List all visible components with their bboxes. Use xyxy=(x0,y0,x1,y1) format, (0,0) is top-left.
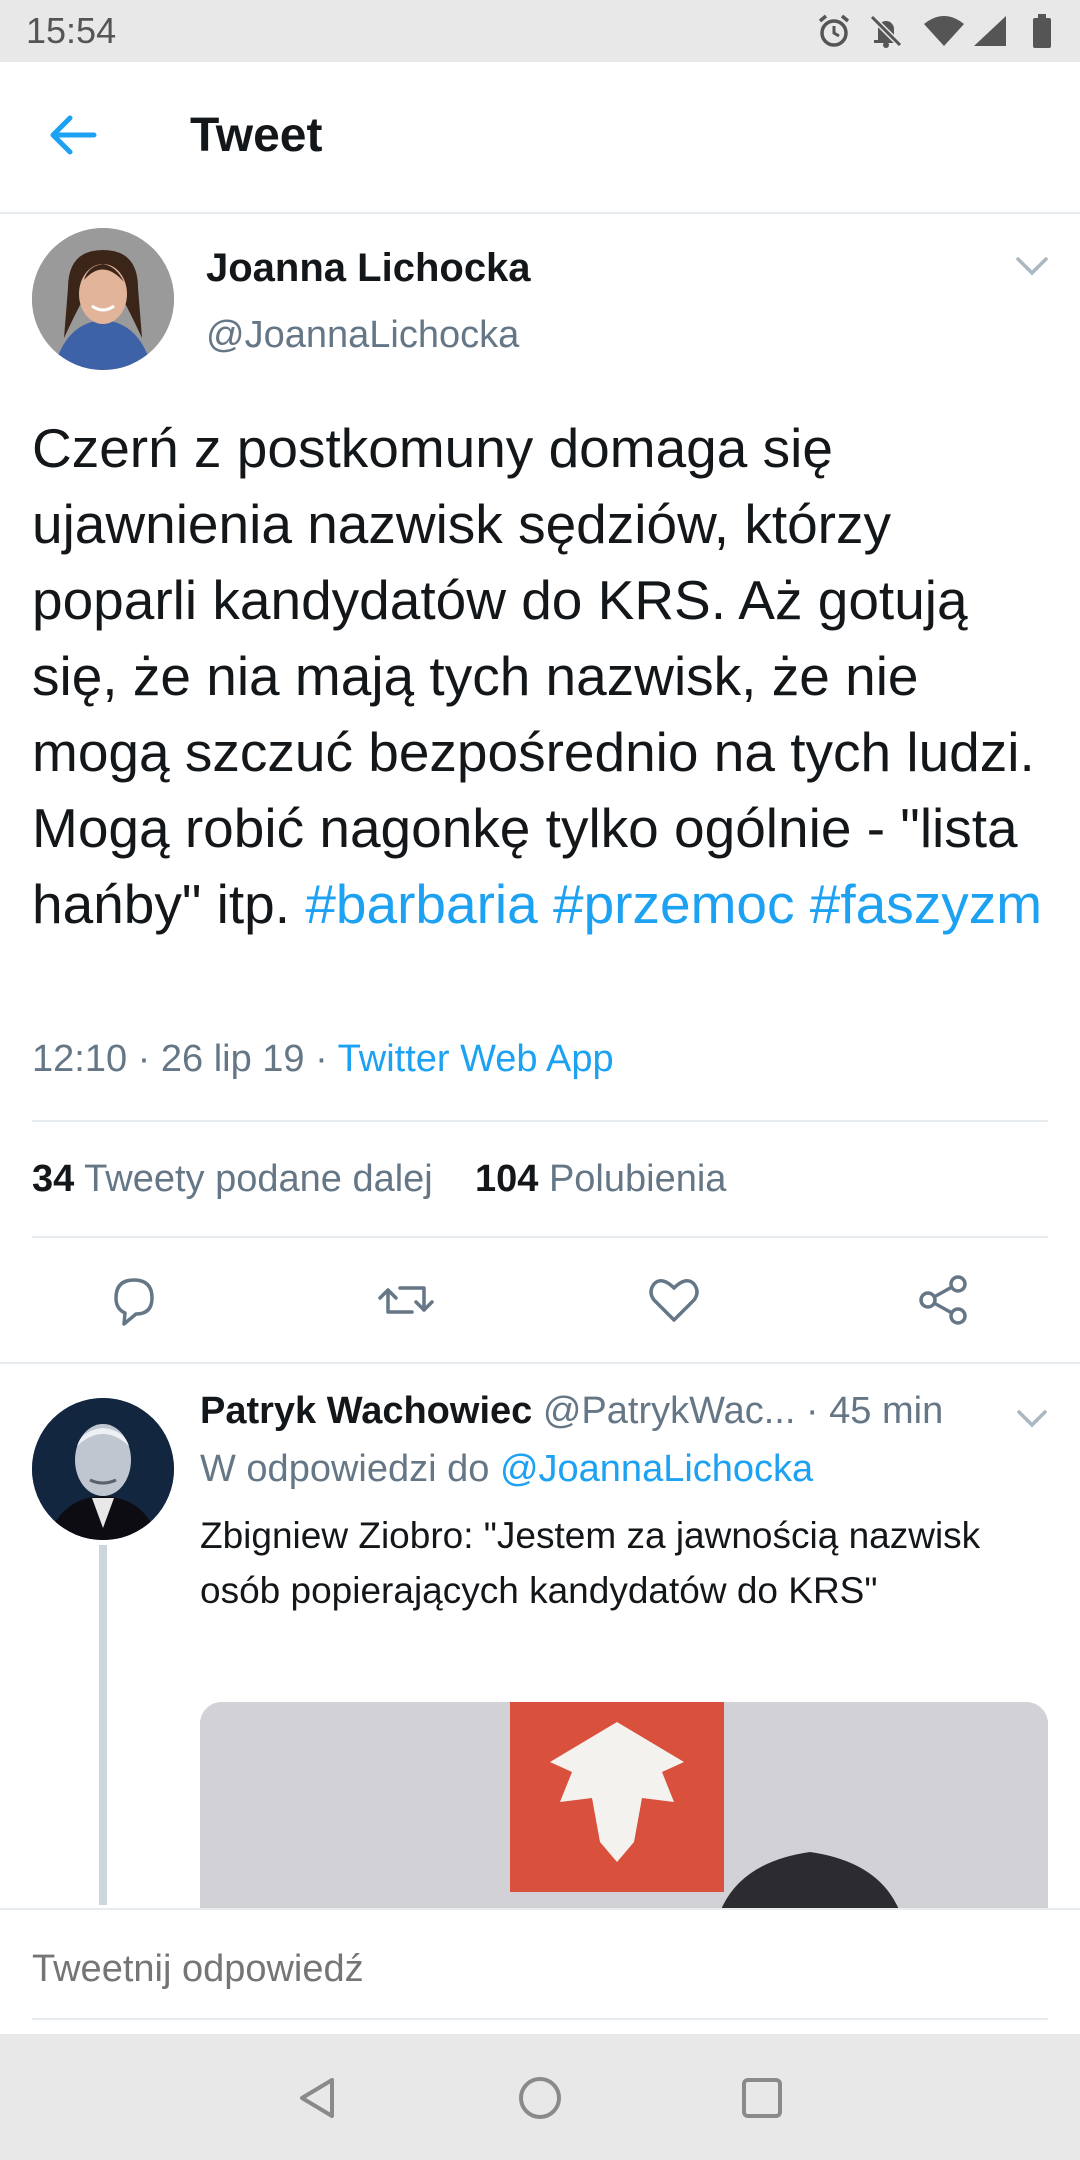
alarm-icon xyxy=(818,14,850,47)
like-icon[interactable] xyxy=(646,1272,702,1328)
battery-icon xyxy=(1033,14,1051,48)
back-arrow-icon[interactable] xyxy=(48,110,98,160)
reply-author-handle[interactable]: @PatrykWac... xyxy=(543,1390,796,1432)
retweets-count: 34 xyxy=(32,1158,75,1200)
retweets-label: Tweety podane dalej xyxy=(84,1158,433,1200)
app-header xyxy=(0,62,1080,214)
author-name[interactable]: Joanna Lichocka xyxy=(206,246,531,291)
chevron-down-icon[interactable] xyxy=(1014,254,1050,278)
likes-count: 104 xyxy=(474,1158,539,1200)
hashtag-link[interactable]: #barbaria xyxy=(305,873,537,935)
reply-mention-link[interactable]: @JoannaLichocka xyxy=(500,1448,813,1490)
reply-text: Zbigniew Ziobro: "Jestem za jawnością na… xyxy=(200,1515,981,1611)
author-handle[interactable]: @JoannaLichocka xyxy=(206,314,519,357)
hashtag-link[interactable]: #faszyzm xyxy=(810,873,1042,935)
retweet-icon[interactable] xyxy=(378,1272,434,1328)
tweet-meta: 12:10 · 26 lip 19 · Twitter Web App xyxy=(32,1038,614,1080)
nav-recents-icon[interactable] xyxy=(738,2074,786,2122)
tweet-text: Czerń z postkomuny domaga się ujawnienia… xyxy=(32,410,1052,942)
section-divider xyxy=(0,1362,1080,1364)
wifi-icon xyxy=(924,16,964,46)
status-time: 15:54 xyxy=(26,10,117,51)
tweet-stats: 34 Tweety podane dalej 104 Polubienia xyxy=(32,1158,726,1201)
nav-back-icon[interactable] xyxy=(294,2074,342,2122)
reply-avatar[interactable] xyxy=(32,1398,174,1540)
likes-label: Polubienia xyxy=(548,1158,727,1200)
divider xyxy=(32,1236,1048,1238)
tweet-body: Czerń z postkomuny domaga się ujawnienia… xyxy=(32,417,1035,935)
divider xyxy=(32,1120,1048,1122)
reply-age: 45 min xyxy=(829,1390,944,1432)
signal-icon xyxy=(974,16,1006,46)
reply-icon[interactable] xyxy=(106,1272,162,1328)
reply-prefix: W odpowiedzi do xyxy=(200,1448,490,1490)
nav-home-icon[interactable] xyxy=(516,2074,564,2122)
author-photo xyxy=(32,228,174,370)
thread-line xyxy=(99,1545,107,1905)
retweets-stat[interactable]: 34 Tweety podane dalej xyxy=(32,1158,433,1200)
reply-input[interactable] xyxy=(32,1948,1032,1991)
tweet-source-link[interactable]: Twitter Web App xyxy=(338,1038,614,1080)
likes-stat[interactable]: 104 Polubienia xyxy=(475,1158,726,1200)
reply-context: W odpowiedzi do @JoannaLichocka xyxy=(200,1448,813,1491)
reply-author-name[interactable]: Patryk Wachowiec xyxy=(200,1390,532,1432)
chevron-down-icon[interactable] xyxy=(1016,1408,1048,1430)
reply-header: Patryk Wachowiec @PatrykWac... · 45 min xyxy=(200,1390,944,1432)
composer-underline xyxy=(32,2018,1048,2020)
status-bar xyxy=(0,0,1080,62)
reply-author-photo xyxy=(32,1398,174,1540)
media-thumbnail xyxy=(200,1702,1048,1912)
tweet-date: 26 lip 19 xyxy=(160,1038,305,1080)
tweet-time: 12:10 xyxy=(32,1038,128,1080)
reply-media-image[interactable] xyxy=(200,1702,1048,1912)
share-icon[interactable] xyxy=(916,1272,972,1328)
page-title: Tweet xyxy=(190,109,323,162)
hashtag-link[interactable]: #przemoc xyxy=(553,873,794,935)
mute-icon xyxy=(869,14,903,48)
avatar[interactable] xyxy=(32,228,174,370)
